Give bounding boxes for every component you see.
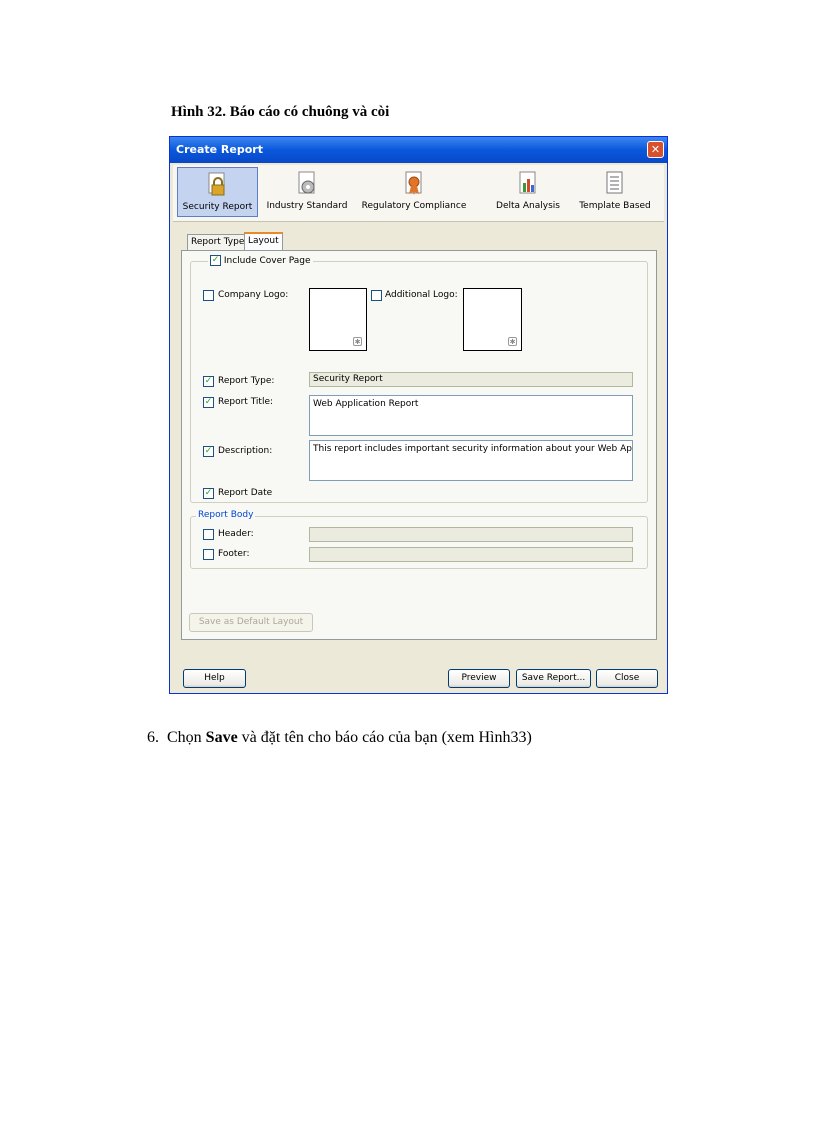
toolbar-template-based[interactable]: Template Based	[573, 167, 657, 217]
description-checkbox[interactable]: ✓	[203, 446, 214, 457]
dialog-titlebar: Create Report ✕	[170, 137, 667, 163]
create-report-dialog: Create Report ✕ Security Report Industry…	[169, 136, 668, 694]
include-cover-page-legend: ✓ Include Cover Page	[208, 255, 313, 266]
description-label: Description:	[218, 446, 273, 456]
additional-logo-checkbox[interactable]	[371, 290, 382, 301]
additional-logo-label: Additional Logo:	[385, 290, 458, 300]
layout-panel: ✓ Include Cover Page Company Logo: ✱ Add…	[181, 250, 657, 640]
toolbar-security-report[interactable]: Security Report	[177, 167, 258, 217]
template-document-icon	[606, 171, 623, 194]
additional-logo-box[interactable]: ✱	[463, 288, 522, 351]
step-number: 6.	[147, 729, 159, 746]
ribbon-document-icon	[405, 171, 422, 195]
toolbar-industry-standard[interactable]: Industry Standard	[265, 167, 349, 217]
report-type-field: Security Report	[309, 372, 633, 387]
step-suffix: và đặt tên cho báo cáo của bạn (xem Hình…	[241, 729, 532, 746]
company-logo-box[interactable]: ✱	[309, 288, 367, 351]
close-window-icon[interactable]: ✕	[647, 141, 664, 158]
toolbar-label: Delta Analysis	[496, 201, 560, 211]
toolbar-regulatory-compliance[interactable]: Regulatory Compliance	[359, 167, 469, 217]
report-date-checkbox[interactable]: ✓	[203, 488, 214, 499]
preview-button[interactable]: Preview	[448, 669, 510, 688]
report-title-input[interactable]: Web Application Report	[309, 395, 633, 436]
step-prefix: Chọn	[167, 729, 202, 746]
close-button[interactable]: Close	[596, 669, 658, 688]
include-cover-page-label: Include Cover Page	[223, 256, 311, 266]
toolbar-label: Security Report	[182, 202, 253, 212]
instruction-step: 6. Chọn Save và đặt tên cho báo cáo của …	[147, 729, 532, 747]
gear-document-icon	[298, 171, 315, 194]
toolbar-label: Regulatory Compliance	[361, 201, 467, 211]
dialog-title: Create Report	[176, 143, 263, 156]
report-date-label: Report Date	[218, 488, 273, 498]
toolbar-label: Template Based	[579, 201, 651, 211]
header-label: Header:	[218, 529, 254, 539]
report-title-label: Report Title:	[218, 397, 274, 407]
include-cover-page-checkbox[interactable]: ✓	[210, 255, 221, 266]
browse-icon[interactable]: ✱	[508, 337, 517, 346]
tab-report-type[interactable]: Report Type	[187, 234, 249, 250]
chart-document-icon	[519, 171, 536, 194]
footer-field	[309, 547, 633, 562]
report-type-label: Report Type:	[218, 376, 275, 386]
step-bold: Save	[205, 729, 238, 746]
save-as-default-layout-button[interactable]: Save as Default Layout	[189, 613, 313, 632]
report-type-toolbar: Security Report Industry Standard Regula…	[173, 165, 664, 222]
description-input[interactable]: This report includes important security …	[309, 440, 633, 481]
toolbar-delta-analysis[interactable]: Delta Analysis	[489, 167, 567, 217]
toolbar-label: Industry Standard	[266, 201, 348, 211]
footer-checkbox[interactable]	[203, 549, 214, 560]
report-body-legend: Report Body	[196, 510, 256, 520]
save-report-button[interactable]: Save Report...	[516, 669, 591, 688]
header-field	[309, 527, 633, 542]
header-checkbox[interactable]	[203, 529, 214, 540]
company-logo-label: Company Logo:	[218, 290, 289, 300]
report-title-checkbox[interactable]: ✓	[203, 397, 214, 408]
lock-icon	[208, 172, 224, 196]
tab-layout[interactable]: Layout	[244, 232, 283, 251]
company-logo-checkbox[interactable]	[203, 290, 214, 301]
footer-label: Footer:	[218, 549, 250, 559]
figure-caption: Hình 32. Báo cáo có chuông và còi	[171, 104, 390, 120]
help-button[interactable]: Help	[183, 669, 246, 688]
browse-icon[interactable]: ✱	[353, 337, 362, 346]
report-type-checkbox[interactable]: ✓	[203, 376, 214, 387]
